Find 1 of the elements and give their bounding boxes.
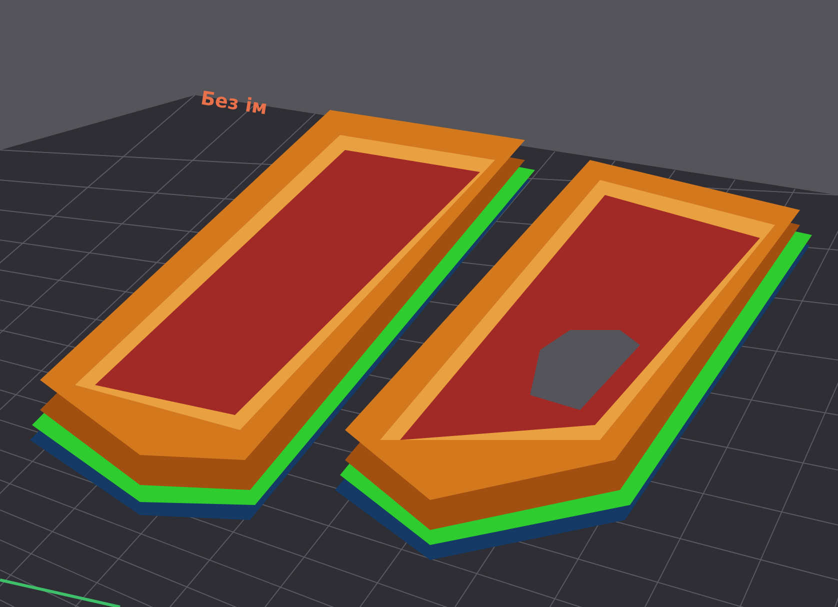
bed-label: Без ім (199, 87, 269, 120)
